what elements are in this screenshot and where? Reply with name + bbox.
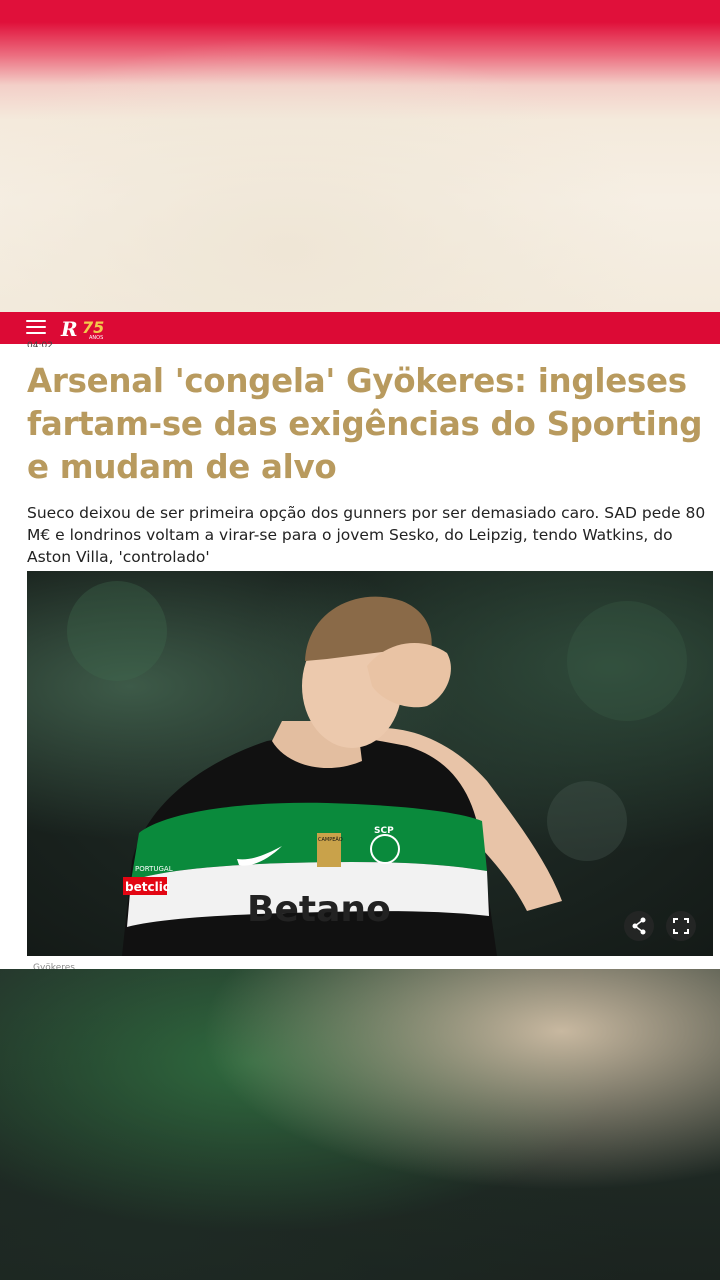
article-headline: Arsenal 'congela' Gyökeres: ingleses far… — [27, 362, 703, 486]
sleeve-text: PORTUGAL — [135, 865, 173, 873]
champion-badge-text: CAMPEÃO — [318, 836, 343, 843]
fullscreen-button[interactable] — [666, 911, 696, 941]
article-photo: Betano SCP CAMPEÃO PORTUGAL betclic — [27, 571, 713, 956]
share-icon — [632, 917, 646, 935]
logo-letter: R — [60, 317, 78, 341]
article-timestamp: 04:02 — [27, 341, 53, 347]
article-lead: Sueco deixou de ser primeira opção dos g… — [27, 504, 706, 566]
sleeve-sponsor: betclic — [125, 880, 170, 894]
site-logo[interactable]: R 75 ANOS — [60, 316, 112, 342]
share-button[interactable] — [624, 911, 654, 941]
fullscreen-icon — [673, 918, 689, 934]
hamburger-menu-icon[interactable] — [26, 320, 46, 336]
bottom-blurred-background — [0, 969, 720, 1280]
anniversary-word: ANOS — [89, 335, 103, 341]
crest-text: SCP — [374, 826, 394, 836]
top-blurred-background — [0, 0, 720, 312]
top-navbar: R 75 ANOS — [0, 312, 720, 344]
jersey-sponsor: Betano — [247, 889, 391, 930]
